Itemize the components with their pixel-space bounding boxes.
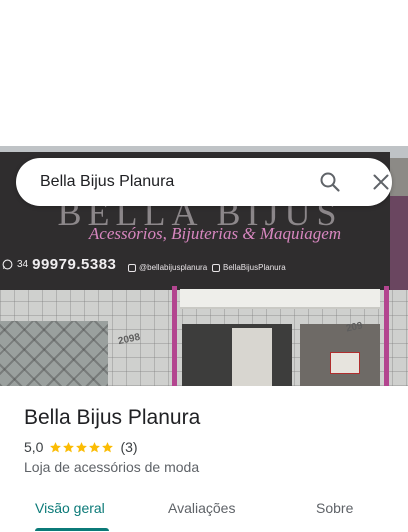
star-icon [76,441,88,452]
pink-pillar [172,286,177,386]
sign-subtitle: Acessórios, Bijuterias & Maquiagem [88,224,342,243]
sign-instagram: @bellabijusplanura [128,263,207,272]
rating-value: 5,0 [24,439,44,455]
pink-pillar [384,286,389,386]
place-info-panel: Bella Bijus Planura 5,0 (3) Loja de aces… [0,386,408,532]
tab-overview[interactable]: Visão geral [35,500,105,516]
star-icon [102,441,114,452]
phone-number: 99979.5383 [32,256,117,273]
awning [180,289,380,309]
signboard-right-panel [390,196,408,296]
facebook-handle: BellaBijusPlanura [223,263,286,272]
shop-door-glass [232,328,272,386]
star-icon [50,441,62,452]
shop-poster [330,352,360,374]
search-input[interactable]: Bella Bijus Planura [40,173,174,191]
tab-reviews[interactable]: Avaliações [168,500,235,516]
place-tabs: Visão geral Avaliações Sobre [0,496,408,532]
whatsapp-icon [2,259,13,270]
close-icon[interactable] [369,170,393,194]
place-category: Loja de acessórios de moda [24,459,200,475]
sign-facebook: BellaBijusPlanura [212,263,286,272]
star-icon [63,441,75,452]
review-count[interactable]: (3) [120,439,137,455]
instagram-handle: @bellabijusplanura [139,263,208,272]
instagram-icon [128,263,136,272]
active-tab-indicator [35,528,109,531]
metal-gate [0,321,108,386]
rating-row[interactable]: 5,0 (3) [24,439,138,455]
search-bar[interactable]: Bella Bijus Planura [16,158,392,206]
place-title: Bella Bijus Planura [24,406,201,429]
star-rating [49,441,114,454]
tab-about[interactable]: Sobre [316,500,353,516]
sign-phone: 34 99979.5383 [2,256,116,273]
map-area-blank [0,0,408,146]
search-icon[interactable] [318,170,342,194]
facebook-icon [212,263,220,272]
star-icon [89,441,101,452]
phone-ddd: 34 [17,259,29,270]
